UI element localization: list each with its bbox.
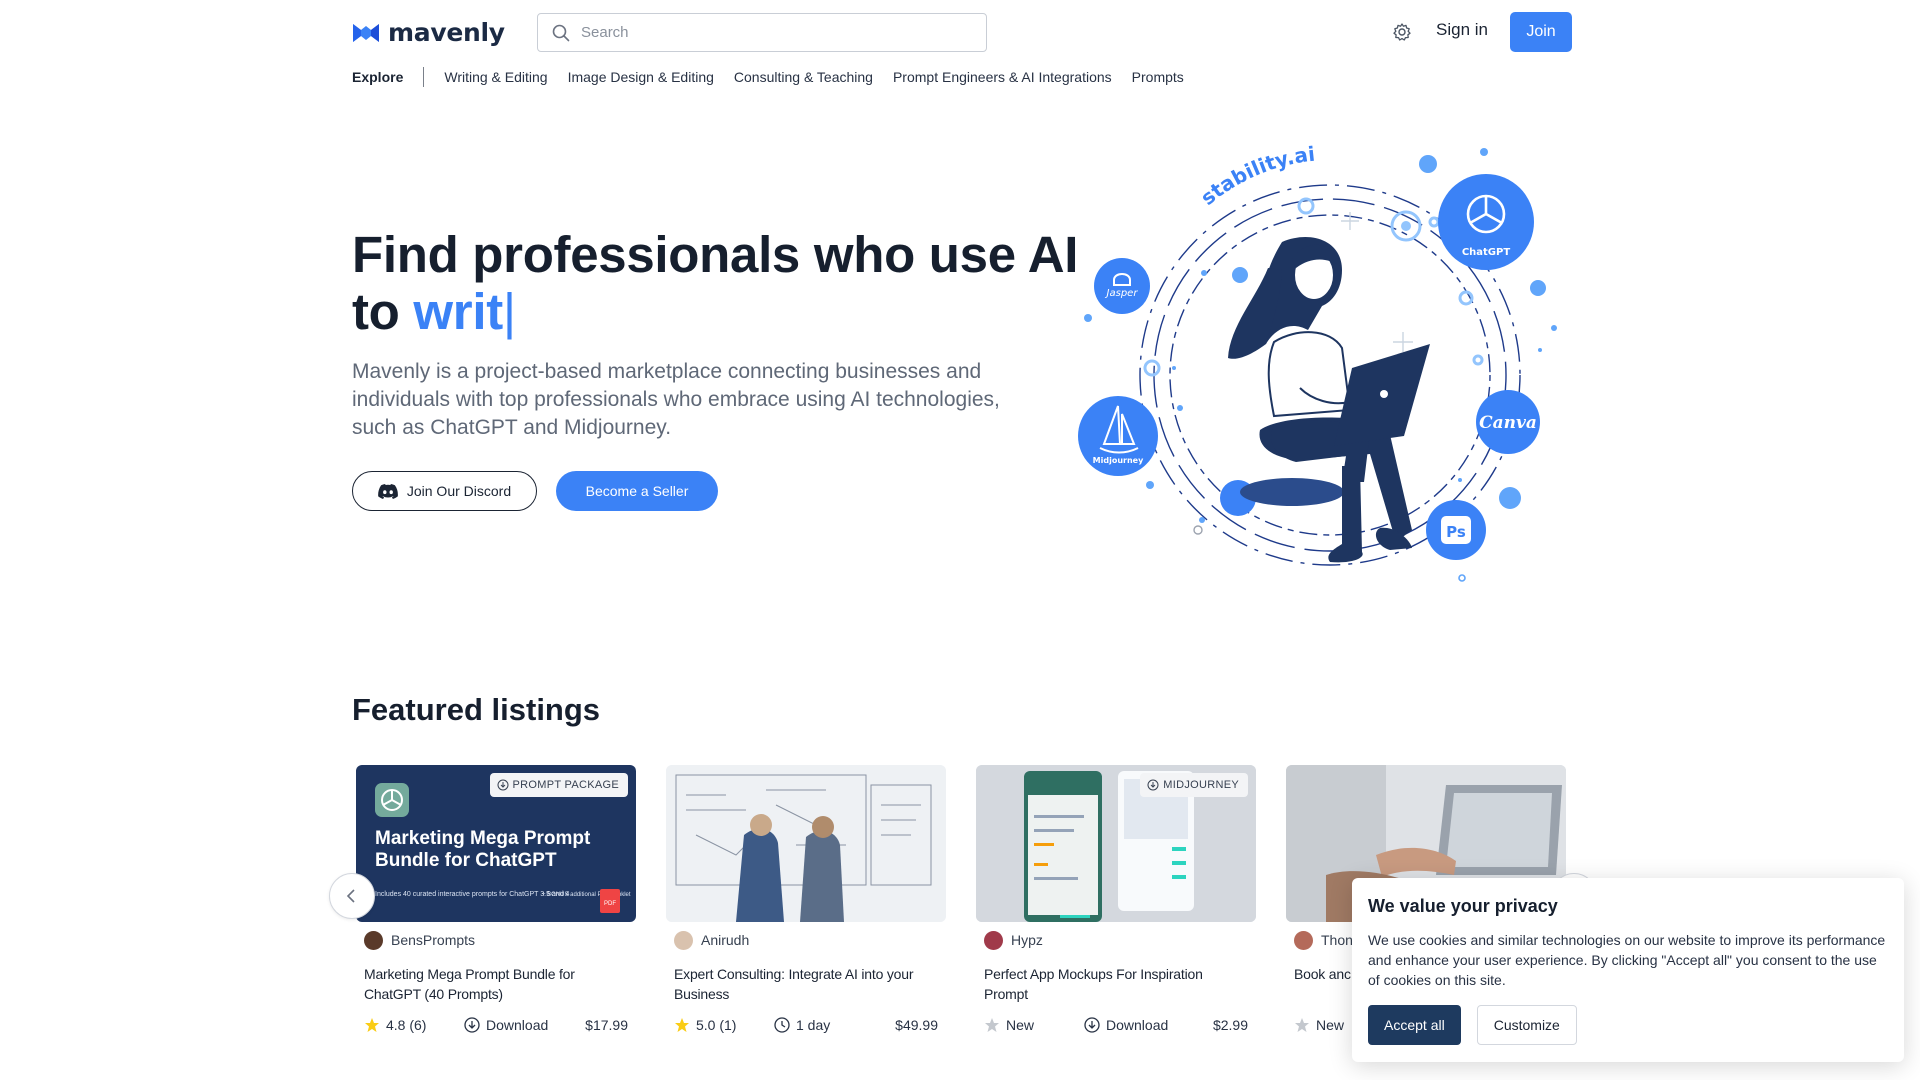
listing-thumbnail[interactable] (666, 765, 946, 922)
become-seller-button[interactable]: Become a Seller (556, 471, 718, 511)
featured-listings-title: Featured listings (352, 692, 601, 727)
svg-text:Midjourney: Midjourney (1093, 456, 1144, 465)
star-icon (1295, 1018, 1309, 1032)
logo[interactable]: mavenly (352, 18, 505, 47)
photoshop-bubble: Ps (1426, 500, 1486, 560)
hero-illustration: stability.ai ChatGPT Jasper Canva Midjou… (1078, 142, 1557, 582)
hero-title-prefix: to (352, 283, 400, 340)
join-discord-button[interactable]: Join Our Discord (352, 471, 537, 511)
listing-meta: 5.0 (1) 1 day $49.99 (674, 1015, 938, 1035)
typing-caret: | (502, 283, 516, 340)
listing-seller[interactable]: Hypz (984, 930, 1256, 950)
star-icon (365, 1018, 379, 1032)
svg-text:Marketing Mega PromptBundle fo: Marketing Mega Prompt Bundle for ChatGPT (375, 828, 591, 871)
listing-seller[interactable]: Anirudh (674, 930, 946, 950)
listing-card[interactable]: MIDJOURNEY Hypz Perfect App Mockups For … (976, 765, 1256, 1035)
svg-text:PDF: PDF (604, 901, 616, 907)
listing-delivery: Download (1084, 1017, 1213, 1033)
nav-item-prompts[interactable]: Prompts (1132, 69, 1184, 85)
listing-delivery: Download (464, 1017, 585, 1033)
hero-title: Find professionals who use AI to writ| (352, 226, 1078, 340)
listing-title[interactable]: Marketing Mega Prompt Bundle for ChatGPT… (364, 964, 624, 1004)
listing-card[interactable]: Marketing Mega Prompt Bundle for ChatGPT … (356, 765, 636, 1035)
listing-thumbnail[interactable]: Marketing Mega Prompt Bundle for ChatGPT … (356, 765, 636, 922)
svg-text:Includes 40 curated interactiv: Includes 40 curated interactive prompts … (375, 891, 570, 898)
nav-explore[interactable]: Explore (352, 69, 403, 85)
star-icon (675, 1018, 689, 1032)
search-box[interactable] (537, 13, 987, 52)
nav-divider (423, 67, 425, 87)
listing-meta: New Download $2.99 (984, 1015, 1248, 1035)
category-nav: Explore Writing & Editing Image Design &… (352, 66, 1204, 88)
cookie-consent-banner: We value your privacy We use cookies and… (1352, 878, 1904, 1062)
listing-seller[interactable]: BensPrompts (364, 930, 636, 950)
accept-all-button[interactable]: Accept all (1368, 1005, 1461, 1045)
avatar (1294, 930, 1313, 950)
carousel-prev-button[interactable] (329, 873, 375, 919)
svg-text:Ps: Ps (1446, 523, 1466, 541)
svg-text:Canva: Canva (1479, 413, 1537, 433)
chevron-left-icon (346, 889, 355, 903)
canva-bubble: Canva (1476, 390, 1540, 454)
join-button[interactable]: Join (1510, 12, 1572, 52)
chatgpt-bubble: ChatGPT (1438, 174, 1534, 270)
avatar (674, 930, 693, 950)
cookie-title: We value your privacy (1368, 896, 1558, 916)
listing-rating: 5.0 (1) (674, 1017, 774, 1033)
cookie-text: We use cookies and similar technologies … (1368, 932, 1886, 988)
avatar (364, 930, 383, 950)
avatar (984, 930, 1003, 950)
nav-item-consulting-teaching[interactable]: Consulting & Teaching (734, 69, 873, 85)
woman-laptop-figure (1228, 237, 1430, 563)
mavenly-logo-icon (353, 23, 379, 42)
clock-icon (774, 1017, 790, 1033)
hero-typed-word: writ (413, 283, 503, 340)
search-input[interactable] (581, 24, 961, 41)
listing-price: $2.99 (1212, 1017, 1248, 1033)
listing-delivery: 1 day (774, 1017, 895, 1033)
jasper-bubble: Jasper (1094, 258, 1150, 314)
download-icon (1084, 1017, 1100, 1033)
consulting-sketch-image (666, 765, 946, 922)
listing-badge: MIDJOURNEY (1140, 773, 1248, 797)
cookie-actions: Accept all Customize (1368, 1005, 1888, 1045)
listing-price: $49.99 (895, 1017, 938, 1033)
nav-item-image-design-editing[interactable]: Image Design & Editing (568, 69, 714, 85)
hero-title-line1: Find professionals who use AI (352, 226, 1079, 283)
listing-rating: New (984, 1017, 1084, 1033)
join-discord-label: Join Our Discord (406, 483, 512, 499)
listing-badge: PROMPT PACKAGE (489, 773, 628, 797)
search-icon (552, 24, 570, 41)
discord-icon (377, 483, 398, 499)
brand-name: mavenly (388, 18, 505, 47)
hero-description: Mavenly is a project-based marketplace c… (352, 360, 1000, 439)
download-icon (464, 1017, 480, 1033)
customize-button[interactable]: Customize (1476, 1005, 1577, 1045)
listing-card[interactable]: Anirudh Expert Consulting: Integrate AI … (666, 765, 946, 1035)
svg-text:ChatGPT: ChatGPT (1462, 247, 1511, 258)
download-icon (497, 779, 509, 791)
svg-text:Jasper: Jasper (1105, 288, 1139, 299)
midjourney-bubble: Midjourney (1078, 396, 1158, 476)
listing-title[interactable]: Expert Consulting: Integrate AI into you… (674, 964, 934, 1004)
star-icon (985, 1018, 999, 1032)
listing-thumbnail[interactable]: MIDJOURNEY (976, 765, 1256, 922)
listing-title[interactable]: Perfect App Mockups For Inspiration Prom… (984, 964, 1244, 1004)
settings-gear-icon[interactable] (1392, 22, 1412, 42)
download-icon (1147, 779, 1159, 791)
listing-price: $17.99 (585, 1017, 628, 1033)
listing-meta: 4.8 (6) Download $17.99 (364, 1015, 628, 1035)
listing-rating: 4.8 (6) (364, 1017, 464, 1033)
nav-item-prompt-engineers[interactable]: Prompt Engineers & AI Integrations (893, 69, 1112, 85)
nav-item-writing-editing[interactable]: Writing & Editing (444, 69, 547, 85)
sign-in-link[interactable]: Sign in (1436, 20, 1488, 40)
site-header: mavenly Sign in Join (0, 0, 1920, 64)
